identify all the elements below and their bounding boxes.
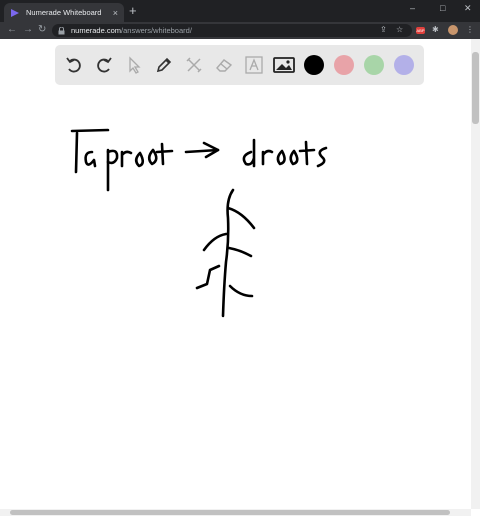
whiteboard-drawing (70, 128, 328, 318)
handwritten-text-taproot-droots (70, 128, 328, 192)
root-sketch (195, 188, 256, 318)
vertical-scroll-thumb[interactable] (472, 52, 479, 124)
horizontal-scroll-thumb[interactable] (10, 510, 450, 515)
